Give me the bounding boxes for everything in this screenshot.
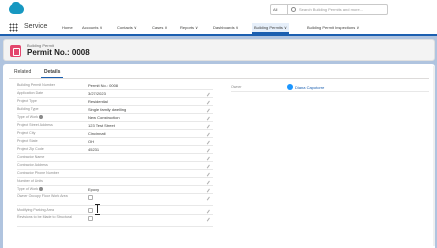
- field-value: Permit No.: 0008: [88, 83, 119, 88]
- edit-pencil-icon[interactable]: [205, 208, 210, 214]
- record-title: Permit No.: 0008: [27, 48, 90, 57]
- checkbox[interactable]: [88, 195, 93, 200]
- field-label: Revisions to be Made to Structural: [17, 215, 72, 219]
- field-row: Application Date 3/27/2023: [17, 90, 213, 98]
- field-row: Number of Units: [17, 178, 213, 186]
- record-header: Building Permit Permit No.: 0008: [3, 39, 435, 61]
- field-value: 45231: [88, 147, 100, 152]
- info-icon[interactable]: [39, 115, 44, 120]
- permit-record-icon: [10, 45, 21, 57]
- global-header: All Search Building Permits and more...: [0, 0, 437, 20]
- nav-item-dashboards[interactable]: Dashboards ∨: [211, 23, 241, 32]
- owner-avatar-icon: [287, 84, 293, 90]
- field-label: Project Street Address: [17, 123, 53, 127]
- field-row: Type of Work New Construction: [17, 114, 213, 122]
- search-placeholder: Search Building Permits and more...: [299, 7, 364, 12]
- app-name: Service: [24, 23, 48, 30]
- field-label: Building Type: [17, 107, 39, 111]
- field-label: Type of Work: [17, 114, 44, 121]
- app-launcher-icon[interactable]: [9, 23, 18, 32]
- edit-pencil-icon[interactable]: [205, 123, 210, 129]
- field-value: Residential: [88, 99, 108, 104]
- edit-pencil-icon[interactable]: [205, 91, 210, 97]
- edit-pencil-icon[interactable]: [205, 139, 210, 145]
- field-value: OH: [88, 139, 94, 144]
- nav-item-cases[interactable]: Cases ∨: [150, 23, 169, 32]
- field-label: Project City: [17, 131, 36, 135]
- info-icon[interactable]: [39, 187, 44, 192]
- field-label: Project State: [17, 139, 38, 143]
- checkbox[interactable]: [88, 216, 93, 221]
- salesforce-logo[interactable]: [9, 2, 24, 14]
- field-row: Modifying Parking Area: [17, 207, 213, 215]
- field-label: Project Zip Code: [17, 147, 44, 151]
- edit-pencil-icon[interactable]: [205, 163, 210, 169]
- field-row: Owner Occupy Floor Work Area: [17, 194, 213, 206]
- field-row: Project City Cincinnati: [17, 130, 213, 138]
- text-cursor-icon: [95, 204, 100, 215]
- scrollbar[interactable]: [433, 66, 435, 246]
- edit-pencil-icon[interactable]: [205, 147, 210, 153]
- field-label: Contractor Phone Number: [17, 171, 59, 175]
- field-label: Contractor Name: [17, 155, 45, 159]
- field-row: Project Type Residential: [17, 98, 213, 106]
- search-scope-select[interactable]: All: [270, 4, 288, 15]
- field-value: 3/27/2023: [88, 91, 106, 96]
- owner-label: Owner: [231, 85, 242, 89]
- field-row: Contractor Phone Number: [17, 170, 213, 178]
- field-value: Cincinnati: [88, 131, 106, 136]
- checkbox[interactable]: [88, 208, 93, 213]
- field-label-text: Type of Work: [17, 115, 39, 119]
- app-nav-bar: Service Home Accounts ∨ Contacts ∨ Cases…: [0, 20, 437, 36]
- edit-pencil-icon[interactable]: [205, 171, 210, 177]
- field-row: Building Permit Number Permit No.: 0008: [17, 82, 213, 90]
- edit-pencil-icon[interactable]: [205, 107, 210, 113]
- edit-pencil-icon[interactable]: [205, 115, 210, 121]
- global-search-input[interactable]: Search Building Permits and more...: [288, 4, 388, 15]
- nav-item-accounts[interactable]: Accounts ∨: [80, 23, 105, 32]
- owner-link[interactable]: Diana Capotorre: [295, 84, 324, 91]
- field-value: New Construction: [88, 115, 120, 120]
- edit-pencil-icon[interactable]: [205, 99, 210, 105]
- field-label: Modifying Parking Area: [17, 208, 54, 212]
- edit-pencil-icon[interactable]: [205, 155, 210, 161]
- field-row: Project Street Address 123 Test Street: [17, 122, 213, 130]
- nav-item-building-permits[interactable]: Building Permits ∨: [252, 23, 289, 34]
- edit-pencil-icon[interactable]: [205, 131, 210, 137]
- nav-item-contacts[interactable]: Contacts ∨: [115, 23, 139, 32]
- field-row: Type of Work Epoxy: [17, 186, 213, 194]
- owner-field-row: Owner Diana Capotorre: [231, 84, 429, 92]
- tab-related[interactable]: Related: [11, 68, 34, 77]
- record-detail-card: Related Details Owner Diana Capotorre Bu…: [3, 64, 435, 248]
- edit-pencil-icon[interactable]: [205, 216, 210, 222]
- edit-pencil-icon[interactable]: [205, 187, 210, 193]
- field-label: Type of Work: [17, 186, 44, 193]
- field-value: Epoxy: [88, 187, 100, 192]
- field-label: Number of Units: [17, 179, 43, 183]
- tabs-divider: [9, 78, 429, 79]
- field-row: Project Zip Code 45231: [17, 146, 213, 154]
- field-value: 123 Test Street: [88, 123, 115, 128]
- nav-item-home[interactable]: Home: [60, 23, 75, 32]
- field-label: Contractor Address: [17, 163, 48, 167]
- field-row: Revisions to be Made to Structural: [17, 215, 213, 227]
- edit-pencil-icon[interactable]: [205, 179, 210, 185]
- search-icon: [291, 7, 296, 12]
- field-label: Owner Occupy Floor Work Area: [17, 194, 68, 198]
- field-row: Contractor Address: [17, 162, 213, 170]
- nav-item-reports[interactable]: Reports ∨: [178, 23, 200, 32]
- field-value: Single family dwelling: [88, 107, 127, 112]
- field-row: Contractor Name: [17, 154, 213, 162]
- edit-pencil-icon[interactable]: [205, 195, 210, 201]
- field-label: Application Date: [17, 91, 44, 95]
- field-row: Project State OH: [17, 138, 213, 146]
- field-label: Building Permit Number: [17, 83, 55, 87]
- field-label-text: Type of Work: [17, 187, 39, 191]
- nav-item-building-permit-inspections[interactable]: Building Permit Inspections ∨: [305, 23, 361, 32]
- field-row: Building Type Single family dwelling: [17, 106, 213, 114]
- field-label: Project Type: [17, 99, 37, 103]
